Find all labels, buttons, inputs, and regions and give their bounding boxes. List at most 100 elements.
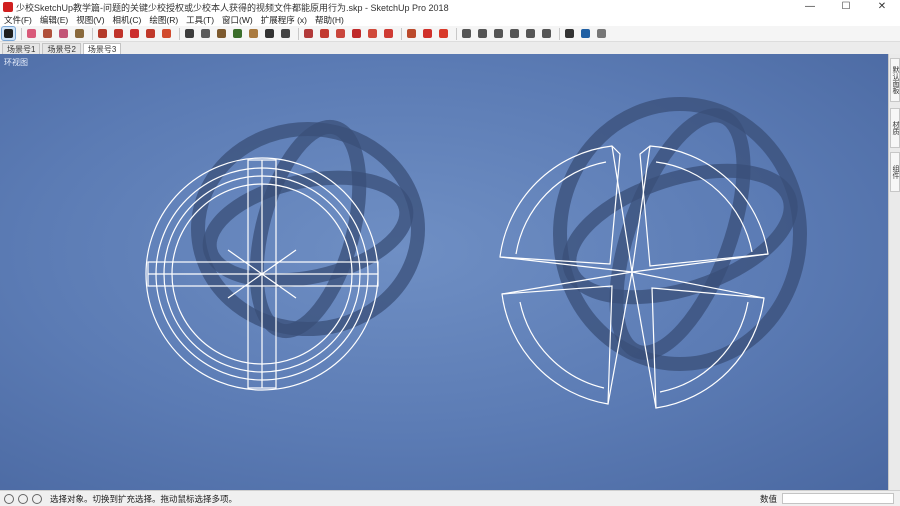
tray-tab[interactable]: 组件	[890, 152, 900, 192]
iso-view-icon	[462, 29, 471, 38]
select-tool-icon	[4, 29, 13, 38]
tray-tab[interactable]: 材质	[890, 108, 900, 148]
menu-item[interactable]: 相机(C)	[109, 14, 146, 26]
menu-item[interactable]: 编辑(E)	[36, 14, 72, 26]
menu-item[interactable]: 扩展程序 (x)	[257, 14, 311, 26]
shaded-style[interactable]	[437, 27, 450, 40]
minimize-icon[interactable]: —	[792, 0, 828, 14]
offset-tool-icon	[162, 29, 171, 38]
menu-item[interactable]: 绘图(R)	[145, 14, 182, 26]
scene-tab[interactable]: 场景号2	[42, 43, 81, 54]
status-message: 选择对象。切换到扩充选择。拖动鼠标选择多项。	[50, 493, 238, 504]
main-toolbar	[0, 26, 900, 42]
sandbox-tool-icon	[368, 29, 377, 38]
settings-tool-icon	[597, 29, 606, 38]
model-viewport[interactable]: 环视图	[0, 54, 888, 490]
iso-view[interactable]	[460, 27, 473, 40]
settings-tool[interactable]	[595, 27, 608, 40]
tape-measure-tool-icon	[185, 29, 194, 38]
menu-item[interactable]: 工具(T)	[182, 14, 218, 26]
window-controls: — ☐ ✕	[792, 0, 900, 14]
layout-tool-icon	[336, 29, 345, 38]
back-view-icon	[526, 29, 535, 38]
line-tool[interactable]	[41, 27, 54, 40]
zoom-extents-tool[interactable]	[279, 27, 292, 40]
offset-tool[interactable]	[160, 27, 173, 40]
back-view[interactable]	[524, 27, 537, 40]
layout-tool[interactable]	[334, 27, 347, 40]
xray-style[interactable]	[405, 27, 418, 40]
section-plane-tool[interactable]	[563, 27, 576, 40]
scene-tab[interactable]: 场景号1	[2, 43, 41, 54]
extension-warehouse-tool[interactable]	[318, 27, 331, 40]
left-view[interactable]	[540, 27, 553, 40]
move-tool-icon	[114, 29, 123, 38]
user-icon[interactable]	[32, 493, 42, 504]
text-tool[interactable]	[199, 27, 212, 40]
push-pull-tool[interactable]	[96, 27, 109, 40]
tape-measure-tool[interactable]	[183, 27, 196, 40]
sandbox-tool[interactable]	[366, 27, 379, 40]
extension-warehouse-tool-icon	[320, 29, 329, 38]
toolbar-separator	[456, 27, 457, 40]
orbit-tool-icon	[233, 29, 242, 38]
ruby-tool[interactable]	[350, 27, 363, 40]
push-pull-tool-icon	[98, 29, 107, 38]
menu-item[interactable]: 窗口(W)	[218, 14, 257, 26]
model-scene[interactable]	[0, 54, 888, 490]
measurements-label: 数值	[760, 494, 778, 504]
zoom-extents-tool-icon	[281, 29, 290, 38]
menu-item[interactable]: 帮助(H)	[311, 14, 348, 26]
front-view-icon	[494, 29, 503, 38]
maximize-icon[interactable]: ☐	[828, 0, 864, 14]
shapes-tool[interactable]	[73, 27, 86, 40]
scene-tab[interactable]: 场景号3	[82, 43, 122, 54]
outliner-tool[interactable]	[579, 27, 592, 40]
toolbar-separator	[179, 27, 180, 40]
warehouse-tool[interactable]	[302, 27, 315, 40]
scale-tool[interactable]	[144, 27, 157, 40]
tray-tab[interactable]: 默认面板	[890, 58, 900, 102]
zoom-tool[interactable]	[263, 27, 276, 40]
eraser-tool[interactable]	[25, 27, 38, 40]
solid-tools[interactable]	[382, 27, 395, 40]
menu-item[interactable]: 视图(V)	[72, 14, 108, 26]
left-sphere-model[interactable]	[145, 157, 379, 391]
right-view[interactable]	[508, 27, 521, 40]
measurements-input[interactable]	[782, 493, 894, 504]
section-plane-tool-icon	[565, 29, 574, 38]
right-segment-bottom-left	[501, 285, 613, 405]
toolbar-separator	[401, 27, 402, 40]
backedges-style[interactable]	[421, 27, 434, 40]
outliner-tool-icon	[581, 29, 590, 38]
sketchup-logo-icon	[3, 2, 13, 12]
toolbar-separator	[298, 27, 299, 40]
move-tool[interactable]	[112, 27, 125, 40]
rotate-tool[interactable]	[128, 27, 141, 40]
arc-tool[interactable]	[57, 27, 70, 40]
warehouse-tool-icon	[304, 29, 313, 38]
geo-location-icon[interactable]	[4, 493, 14, 504]
top-view[interactable]	[476, 27, 489, 40]
paint-bucket-tool[interactable]	[215, 27, 228, 40]
credit-icon[interactable]	[18, 493, 28, 504]
solid-tools-icon	[384, 29, 393, 38]
front-view[interactable]	[492, 27, 505, 40]
paint-bucket-tool-icon	[217, 29, 226, 38]
right-sphere-shadow-band-h	[562, 163, 798, 305]
status-bar: 选择对象。切换到扩充选择。拖动鼠标选择多项。 数值	[0, 490, 900, 506]
left-sphere-shadow-outer	[191, 122, 425, 336]
orbit-tool[interactable]	[231, 27, 244, 40]
menu-item[interactable]: 文件(F)	[0, 14, 36, 26]
select-tool[interactable]	[1, 26, 16, 41]
line-tool-icon	[43, 29, 52, 38]
ruby-tool-icon	[352, 29, 361, 38]
scene-tabs: 场景号1 场景号2 场景号3	[0, 42, 900, 54]
pan-tool[interactable]	[247, 27, 260, 40]
scale-tool-icon	[146, 29, 155, 38]
left-sphere-shadow-band-h	[202, 170, 414, 288]
close-icon[interactable]: ✕	[864, 0, 900, 14]
shaded-style-icon	[439, 29, 448, 38]
window-title: 少校SketchUp教学篇-问题的关键少校授权或少校本人获得的视频文件都能原用行…	[16, 2, 449, 13]
zoom-tool-icon	[265, 29, 274, 38]
